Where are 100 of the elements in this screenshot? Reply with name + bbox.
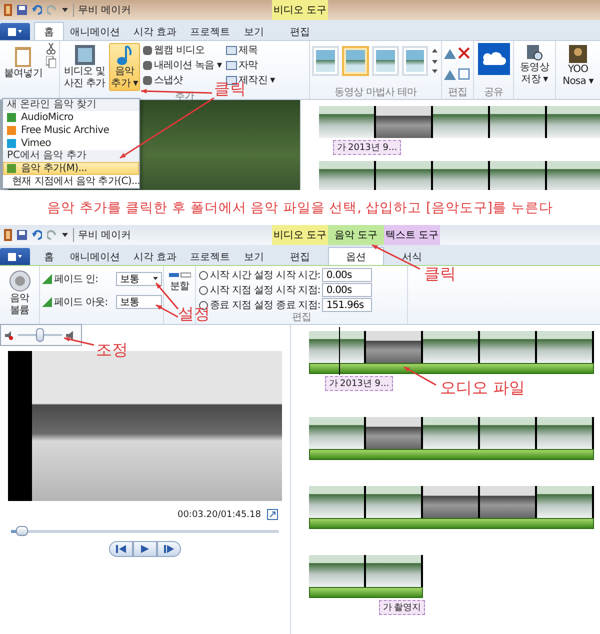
caption-glyph: 가: [337, 142, 346, 154]
add-video-photo-button[interactable]: 비디오 및 사진 추가: [62, 43, 108, 91]
previous-frame-button[interactable]: [109, 541, 133, 557]
ribbon-tab[interactable]: 옵션: [328, 247, 384, 265]
seek-thumb[interactable]: [16, 526, 28, 536]
ribbon-small-button[interactable]: 자막: [224, 58, 259, 72]
annotation-text: 오디오 파일: [440, 379, 526, 397]
window-title: 무비 메이커: [73, 228, 132, 242]
video-thumbnail: [433, 106, 490, 138]
dropdown-icon: [153, 277, 158, 280]
video-thumbnail: [309, 555, 366, 587]
copy-icon: [46, 56, 56, 68]
app-menu-button[interactable]: [0, 23, 30, 40]
volume-thumb[interactable]: [36, 328, 44, 342]
context-tab-group: 텍스트 도구: [384, 225, 440, 245]
caption-tag[interactable]: 가 2013년 9...: [325, 376, 394, 391]
menu-item[interactable]: Vimeo: [3, 137, 139, 150]
ribbon-small-button[interactable]: 내레이션 녹음 ▾: [142, 58, 223, 72]
ribbon-tab[interactable]: 보기: [236, 247, 272, 265]
speaker-icon: [66, 330, 74, 340]
caption-text: 촬영지: [394, 602, 421, 614]
video-thumbnail: [319, 161, 376, 190]
context-tab-group: 비디오 도구: [272, 0, 328, 20]
theme-thumbnail[interactable]: [342, 46, 369, 76]
dropdown-icon: [62, 8, 68, 12]
video-thumbnail: [366, 331, 423, 363]
video-thumbnail: [490, 106, 547, 138]
menu-item[interactable]: Free Music Archive: [3, 124, 139, 137]
split-button[interactable]: 분할: [166, 268, 193, 294]
ribbon-small-button[interactable]: 스냅샷: [142, 73, 184, 87]
save-movie-button[interactable]: 동영상 저장 ▾: [516, 43, 553, 87]
play-icon: [141, 545, 149, 553]
context-tab-group: 음악 도구: [328, 225, 384, 245]
mute-icon: [5, 330, 14, 340]
video-thumbnail: [309, 417, 366, 449]
ribbon-tab[interactable]: 편집: [272, 247, 328, 265]
account-button[interactable]: YOO Nosa ▾: [558, 43, 598, 89]
theme-thumbnail[interactable]: [402, 46, 428, 76]
menu-item[interactable]: AudioMicro: [3, 111, 139, 124]
ribbon-tab[interactable]: 홈: [34, 22, 64, 40]
ribbon-tab[interactable]: 애니메이션: [64, 22, 126, 40]
scissors-icon: [46, 43, 56, 55]
text-slide-icon: [226, 60, 237, 70]
spin-field[interactable]: 0.00s: [322, 283, 372, 297]
video-thumbnail: [490, 161, 547, 190]
next-frame-button[interactable]: [157, 541, 181, 557]
spin-field[interactable]: 0.00s: [322, 268, 372, 282]
annotation-text: 설정: [178, 305, 210, 323]
theme-thumbnail[interactable]: [372, 46, 399, 76]
annotation-arrow: [372, 244, 420, 270]
ribbon-tab[interactable]: 보기: [236, 22, 272, 40]
text-slide-icon: [226, 46, 237, 54]
music-volume-button[interactable]: 음악 볼륨: [2, 268, 37, 318]
instruction-text: 음악 추가를 클릭한 후 폴더에서 음악 파일을 선택, 삽입하고 [음악도구]를 누른다: [46, 198, 554, 218]
menu-item-icon: [7, 164, 16, 173]
menu-item[interactable]: 현재 지점에서 음악 추가(C)...: [3, 175, 139, 188]
ribbon-small-button[interactable]: 시작 시간 설정: [198, 268, 274, 282]
video-thumbnail: [423, 417, 480, 449]
ribbon-tab[interactable]: 애니메이션: [64, 247, 126, 265]
caption-tag[interactable]: 가 촬영지: [379, 600, 425, 615]
ribbon-tab[interactable]: 시각 효과: [126, 247, 184, 265]
caption-tag[interactable]: 가 2013년 9...: [333, 140, 402, 155]
film-magnifier-icon: [526, 45, 542, 61]
paste-button[interactable]: 붙여넣기: [2, 43, 44, 81]
menu-header: PC에서 음악 추가: [3, 150, 139, 162]
group-label: 동영상 마법사 테마: [333, 87, 418, 99]
video-thumbnail: [537, 486, 594, 518]
redo-icon: [47, 5, 57, 15]
ribbon-tab[interactable]: 프로젝트: [184, 247, 236, 265]
dropdown-icon: [62, 233, 68, 237]
ribbon-tab[interactable]: 서식: [384, 247, 440, 265]
ribbon-tab[interactable]: 홈: [34, 247, 64, 265]
app-menu-button[interactable]: [0, 248, 30, 265]
video-thumbnail: [309, 331, 366, 363]
theme-thumbnail[interactable]: [312, 46, 339, 76]
menu-item[interactable]: 음악 추가(M)...: [3, 162, 139, 175]
annotation-arrow: [404, 366, 436, 386]
spin-field[interactable]: 151.96s: [322, 298, 372, 312]
menu-header: 새 온라인 음악 찾기: [3, 99, 139, 111]
ribbon-tab[interactable]: 시각 효과: [126, 22, 184, 40]
ribbon-tab[interactable]: 편집: [272, 22, 328, 40]
ribbon-small-button[interactable]: 웹캠 비디오: [142, 43, 206, 57]
ribbon-small-button[interactable]: 시작 지점 설정: [198, 283, 274, 297]
play-button[interactable]: [133, 541, 157, 557]
scroll-arrows-icon: [431, 46, 439, 76]
fullscreen-icon: [267, 509, 278, 520]
field-label: 시작 시간:: [276, 269, 320, 282]
profile-picture-icon: [569, 45, 587, 63]
music-note-icon: [116, 45, 132, 65]
menu-icon: [8, 28, 22, 36]
dropdown-field[interactable]: 보통: [116, 294, 162, 308]
caption-glyph: 가: [329, 378, 338, 390]
ribbon-small-button[interactable]: 제목: [224, 43, 259, 57]
ribbon-tab[interactable]: 프로젝트: [184, 22, 236, 40]
add-music-button[interactable]: 음악 추가 ▾: [109, 43, 140, 91]
context-tab-group: 비디오 도구: [272, 225, 328, 245]
caption-glyph: 가: [383, 602, 392, 614]
field-label: 페이드 아웃:: [54, 296, 109, 308]
dropdown-field[interactable]: 보통: [116, 272, 162, 286]
save-icon: [17, 230, 27, 240]
